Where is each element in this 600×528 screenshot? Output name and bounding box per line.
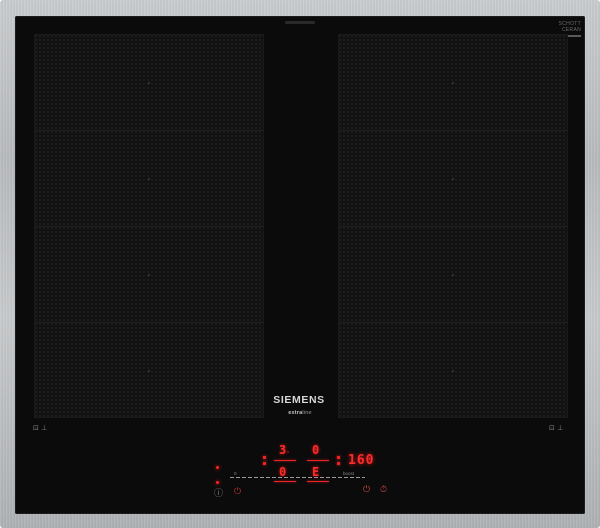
info-icon[interactable]: ⓘ <box>214 486 223 499</box>
siemens-logo: SIEMENS <box>273 394 325 406</box>
right-zone-pan-icon: ⊡ ⊥ <box>549 424 564 432</box>
timer-icon[interactable]: ⏱ <box>380 485 387 495</box>
front-right-level-display[interactable]: 0 <box>312 444 319 456</box>
timer-display[interactable]: 160 <box>348 453 374 468</box>
top-edge-mark <box>285 21 315 24</box>
power-boost-icon[interactable]: ⏻ <box>363 485 370 495</box>
power-level-slider[interactable] <box>230 477 365 478</box>
slider-min-label: 0 <box>234 471 237 476</box>
left-indicator-led-2 <box>216 481 219 484</box>
model-line-logo: extraline <box>288 410 312 416</box>
slider-max-label: boost <box>343 471 355 476</box>
cooktop-glass: SCHOTT CERAN ⊡ ⊥ ⊡ ⊥ SIEMENS extraline <box>15 16 585 514</box>
right-zone-select-marker-2[interactable] <box>337 462 340 465</box>
left-zone-select-marker[interactable] <box>263 456 266 459</box>
front-left-level-display[interactable]: 3· <box>279 444 290 459</box>
right-zone-select-marker[interactable] <box>337 456 340 459</box>
left-zone-pan-icon: ⊡ ⊥ <box>33 424 48 432</box>
child-lock-icon[interactable]: ⏻ <box>234 487 241 497</box>
left-indicator-led <box>216 466 219 469</box>
stainless-frame: SCHOTT CERAN ⊡ ⊥ ⊡ ⊥ SIEMENS extraline 3… <box>0 0 600 528</box>
left-zone-select-marker-2[interactable] <box>263 462 266 465</box>
right-flex-zone[interactable] <box>338 34 568 418</box>
left-flex-zone[interactable] <box>34 34 264 418</box>
